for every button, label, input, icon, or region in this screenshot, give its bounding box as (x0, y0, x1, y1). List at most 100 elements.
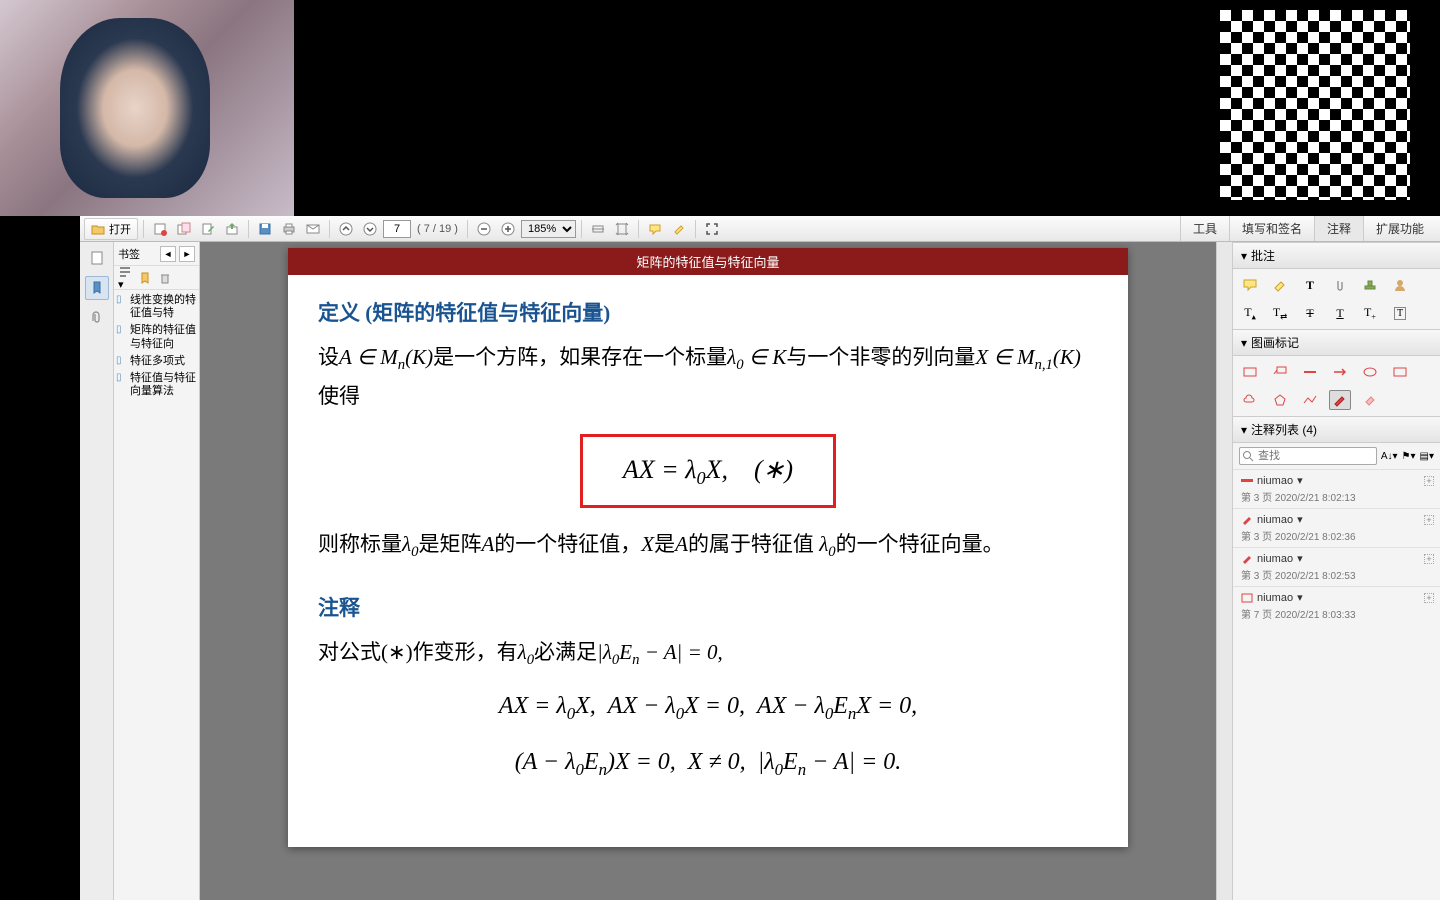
expand-icon[interactable]: + (1424, 476, 1434, 486)
underline-icon: T (1336, 306, 1343, 321)
zoom-in-button[interactable] (497, 219, 519, 239)
highlight-tool[interactable] (1269, 275, 1291, 295)
strikethrough-tool[interactable]: T (1299, 303, 1321, 323)
equation-line-3: (A − λ0En)X = 0, X ≠ 0, |λ0En − A| = 0. (318, 741, 1098, 785)
tab-extend[interactable]: 扩展功能 (1363, 216, 1436, 241)
create-pdf-button[interactable] (149, 219, 171, 239)
fit-width-button[interactable] (587, 219, 609, 239)
bookmark-item-icon: ▯ (116, 324, 128, 350)
fullscreen-icon (705, 222, 719, 236)
bookmark-item[interactable]: ▯线性变换的特征值与特 (116, 292, 197, 322)
cloud-tool[interactable] (1239, 390, 1261, 410)
tab-comment[interactable]: 注释 (1314, 216, 1363, 241)
comment-item[interactable]: niumao ▾ 第 3 页 2020/2/21 8:02:53 + (1233, 547, 1440, 586)
eraser-tool[interactable] (1359, 390, 1381, 410)
rectangle-tool[interactable] (1389, 362, 1411, 382)
sticky-note-tool[interactable] (1239, 275, 1261, 295)
options-button[interactable]: ▤▾ (1420, 451, 1434, 462)
callout-tool[interactable] (1269, 362, 1291, 382)
export-button[interactable] (221, 219, 243, 239)
equation-line-2: AX = λ0X, AX − λ0X = 0, AX − λ0EnX = 0, (318, 685, 1098, 729)
oval-tool[interactable] (1359, 362, 1381, 382)
connected-lines-tool[interactable] (1299, 390, 1321, 410)
signature-tool[interactable] (1389, 275, 1411, 295)
definition-text-1: 设A ∈ Mn(K)是一个方阵，如果存在一个标量λ0 ∈ K与一个非零的列向量X… (318, 339, 1098, 416)
bookmark-options-button[interactable]: ▾ (118, 264, 132, 291)
zoom-out-button[interactable] (473, 219, 495, 239)
expand-icon[interactable]: + (1424, 515, 1434, 525)
search-icon (1242, 450, 1254, 462)
save-button[interactable] (254, 219, 276, 239)
page-down-button[interactable] (359, 219, 381, 239)
bookmark-item[interactable]: ▯矩阵的特征值与特征向 (116, 322, 197, 352)
clip-icon (1333, 278, 1347, 292)
print-button[interactable] (278, 219, 300, 239)
stamp-tool[interactable] (1359, 275, 1381, 295)
tab-tools[interactable]: 工具 (1180, 216, 1229, 241)
page-up-button[interactable] (335, 219, 357, 239)
text-tool[interactable]: T (1299, 275, 1321, 295)
comments-list: niumao ▾ 第 3 页 2020/2/21 8:02:13 + niuma… (1233, 469, 1440, 625)
rect-marker-icon (1241, 592, 1253, 604)
page-total-label: ( 7 / 19 ) (413, 223, 462, 235)
delete-bookmark-button[interactable] (158, 271, 172, 285)
zoom-select[interactable]: 185% (521, 220, 576, 238)
replace-text-tool[interactable]: T⇄ (1269, 303, 1291, 323)
line-tool[interactable] (1299, 362, 1321, 382)
combine-button[interactable] (173, 219, 195, 239)
insert-text-tool[interactable]: T▴ (1239, 303, 1261, 323)
comments-list-header[interactable]: ▾注释列表 (4) (1233, 416, 1440, 443)
add-text-tool[interactable]: T+ (1359, 303, 1381, 323)
polygon-tool[interactable] (1269, 390, 1291, 410)
page-content: 定义 (矩阵的特征值与特征向量) 设A ∈ Mn(K)是一个方阵，如果存在一个标… (288, 275, 1128, 817)
textbox-draw-tool[interactable] (1239, 362, 1261, 382)
tab-fill-sign[interactable]: 填写和签名 (1229, 216, 1314, 241)
bookmark-item[interactable]: ▯特征值与特征向量算法 (116, 370, 197, 400)
underline-tool[interactable]: T (1329, 303, 1351, 323)
annotations-section-header[interactable]: ▾批注 (1233, 242, 1440, 269)
open-button[interactable]: 打开 (84, 218, 138, 240)
comment-item[interactable]: niumao ▾ 第 7 页 2020/2/21 8:03:33 + (1233, 586, 1440, 625)
pencil-marker-icon (1241, 514, 1253, 526)
email-button[interactable] (302, 219, 324, 239)
pencil-marker-icon (1241, 553, 1253, 565)
edit-button[interactable] (197, 219, 219, 239)
attachments-button[interactable] (85, 306, 109, 330)
textbox-icon (1242, 365, 1258, 379)
page-number-input[interactable] (383, 220, 411, 238)
attach-tool[interactable] (1329, 275, 1351, 295)
qr-code (1220, 10, 1410, 200)
document-viewport[interactable]: 矩阵的特征值与特征向量 定义 (矩阵的特征值与特征向量) 设A ∈ Mn(K)是… (200, 242, 1216, 900)
arrow-tool[interactable] (1329, 362, 1351, 382)
textbox-tool[interactable]: T (1389, 303, 1411, 323)
arrow-up-icon (339, 222, 353, 236)
fit-page-button[interactable] (611, 219, 633, 239)
pencil-tool[interactable] (1329, 390, 1351, 410)
highlight-button[interactable] (668, 219, 690, 239)
new-bookmark-button[interactable] (138, 271, 152, 285)
bookmark-item[interactable]: ▯特征多项式 (116, 353, 197, 370)
bookmarks-button[interactable] (85, 276, 109, 300)
bookmark-next-button[interactable]: ► (179, 246, 195, 262)
bookmark-item-icon: ▯ (116, 294, 128, 320)
sort-button[interactable]: A↓▾ (1381, 451, 1398, 462)
boxed-equation: AX = λ0X, (∗) (580, 434, 836, 508)
polyline-icon (1302, 393, 1318, 407)
mail-icon (306, 222, 320, 236)
expand-icon[interactable]: + (1424, 554, 1434, 564)
page-thumbnails-button[interactable] (85, 246, 109, 270)
fullscreen-button[interactable] (701, 219, 723, 239)
bookmarks-list: ▯线性变换的特征值与特 ▯矩阵的特征值与特征向 ▯特征多项式 ▯特征值与特征向量… (114, 290, 199, 900)
pencil-icon (1332, 393, 1348, 407)
sticky-note-button[interactable] (644, 219, 666, 239)
right-tabs: 工具 填写和签名 注释 扩展功能 (1180, 216, 1436, 241)
vertical-scrollbar[interactable] (1216, 242, 1232, 900)
comment-item[interactable]: niumao ▾ 第 3 页 2020/2/21 8:02:13 + (1233, 469, 1440, 508)
filter-button[interactable]: ⚑▾ (1402, 451, 1416, 462)
expand-icon[interactable]: + (1424, 593, 1434, 603)
print-icon (282, 222, 296, 236)
drawing-section-header[interactable]: ▾图画标记 (1233, 329, 1440, 356)
comments-search-input[interactable] (1239, 447, 1377, 465)
comment-item[interactable]: niumao ▾ 第 3 页 2020/2/21 8:02:36 + (1233, 508, 1440, 547)
bookmark-prev-button[interactable]: ◄ (160, 246, 176, 262)
